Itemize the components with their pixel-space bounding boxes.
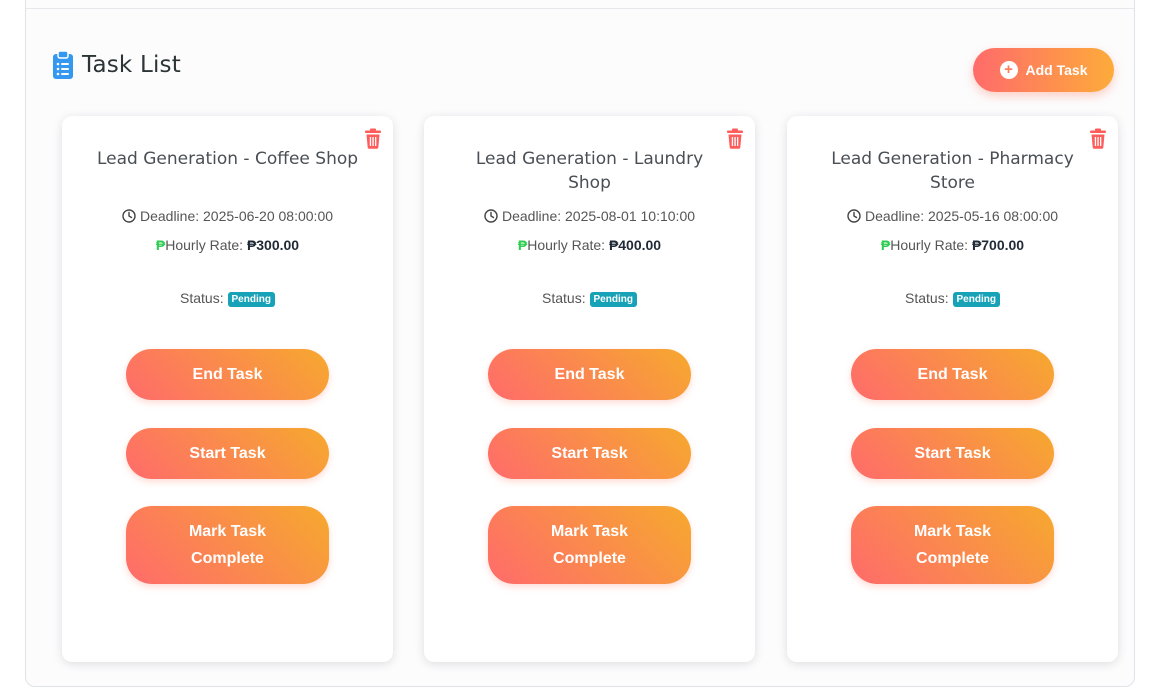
trash-icon[interactable] [364, 128, 382, 149]
status-label: Status: [542, 290, 590, 306]
mark-complete-button[interactable]: Mark Task Complete [851, 506, 1054, 584]
plus-circle-icon: + [999, 61, 1018, 79]
page-header: Task List [52, 50, 181, 80]
deadline-value: 2025-06-20 08:00:00 [203, 208, 334, 224]
task-card: Lead Generation - Pharmacy Store Deadlin… [787, 116, 1118, 662]
end-task-button[interactable]: End Task [851, 349, 1054, 400]
deadline-value: 2025-05-16 08:00:00 [928, 208, 1059, 224]
status-label: Status: [180, 290, 228, 306]
deadline-label: Deadline: [864, 208, 929, 224]
task-deadline: Deadline: 2025-08-01 10:10:00 [424, 208, 755, 224]
task-title: Lead Generation - Coffee Shop [96, 149, 359, 169]
mark-complete-button[interactable]: Mark Task Complete [488, 506, 691, 584]
add-task-label: Add Task [1025, 62, 1088, 78]
rate-label: Hourly Rate: [890, 237, 972, 253]
rate-value: ₱700.00 [971, 237, 1025, 253]
task-status: Status: Pending [424, 290, 755, 307]
task-rate: ₱Hourly Rate: ₱400.00 [424, 237, 755, 253]
deadline-label: Deadline: [139, 208, 204, 224]
rate-label: Hourly Rate: [165, 237, 247, 253]
clock-icon [122, 209, 136, 223]
add-task-button[interactable]: + Add Task [973, 48, 1114, 92]
deadline-value: 2025-08-01 10:10:00 [565, 208, 696, 224]
task-deadline: Deadline: 2025-06-20 08:00:00 [62, 208, 393, 224]
task-title: Lead Generation - Laundry Shop [475, 149, 704, 193]
peso-icon: ₱ [155, 237, 166, 253]
status-label: Status: [905, 290, 953, 306]
status-badge: Pending [952, 292, 1000, 307]
task-card: Lead Generation - Coffee Shop Deadline: … [62, 116, 393, 662]
page-title: Task List [82, 52, 181, 78]
clipboard-list-icon [53, 50, 73, 79]
end-task-button[interactable]: End Task [126, 349, 329, 400]
peso-icon: ₱ [880, 237, 891, 253]
peso-icon: ₱ [517, 237, 528, 253]
start-task-button[interactable]: Start Task [851, 428, 1054, 479]
start-task-button[interactable]: Start Task [126, 428, 329, 479]
task-status: Status: Pending [787, 290, 1118, 307]
deadline-label: Deadline: [501, 208, 566, 224]
trash-icon[interactable] [726, 128, 744, 149]
task-card: Lead Generation - Laundry Shop Deadline:… [424, 116, 755, 662]
rate-label: Hourly Rate: [527, 237, 609, 253]
task-rate: ₱Hourly Rate: ₱700.00 [787, 237, 1118, 253]
trash-icon[interactable] [1089, 128, 1107, 149]
rate-value: ₱400.00 [608, 237, 662, 253]
rate-value: ₱300.00 [246, 237, 300, 253]
task-title: Lead Generation - Pharmacy Store [831, 149, 1074, 193]
clock-icon [484, 209, 498, 223]
divider [26, 8, 1134, 9]
task-status: Status: Pending [62, 290, 393, 307]
status-badge: Pending [589, 292, 637, 307]
task-deadline: Deadline: 2025-05-16 08:00:00 [787, 208, 1118, 224]
clock-icon [847, 209, 861, 223]
status-badge: Pending [227, 292, 275, 307]
start-task-button[interactable]: Start Task [488, 428, 691, 479]
task-rate: ₱Hourly Rate: ₱300.00 [62, 237, 393, 253]
end-task-button[interactable]: End Task [488, 349, 691, 400]
mark-complete-button[interactable]: Mark Task Complete [126, 506, 329, 584]
